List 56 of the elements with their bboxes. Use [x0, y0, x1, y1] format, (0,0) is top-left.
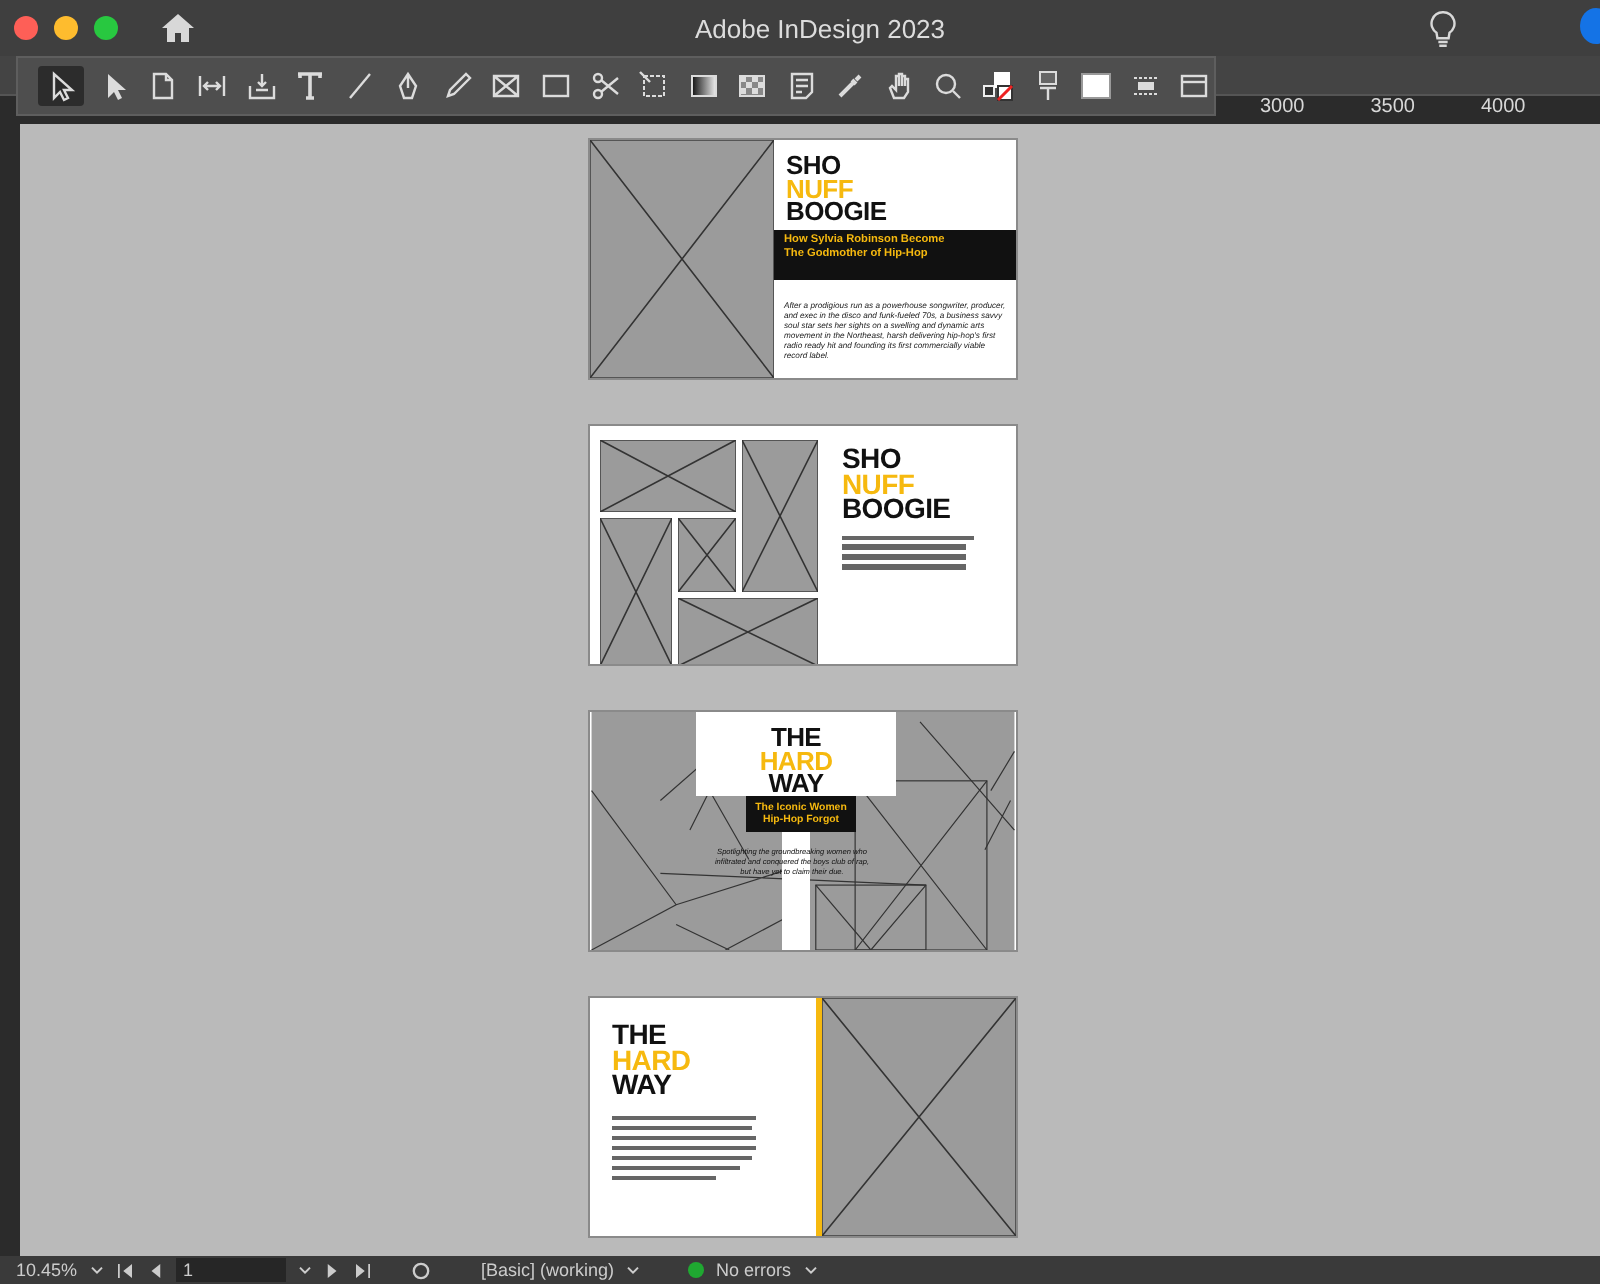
headline-word: NUFF: [786, 177, 853, 200]
headline-word: SHO: [786, 154, 843, 177]
gradient-icon[interactable]: [687, 70, 720, 102]
note-icon[interactable]: [785, 70, 818, 102]
fill-icon[interactable]: [1080, 70, 1113, 102]
type-tool-icon[interactable]: [294, 70, 327, 102]
headline-word: SHO: [842, 446, 903, 471]
last-page-icon[interactable]: [353, 1263, 372, 1277]
page-number: 1: [183, 1259, 194, 1281]
transform-icon[interactable]: [638, 70, 671, 102]
dropdown-caret-icon[interactable]: [626, 1265, 641, 1275]
headline-word: WAY: [768, 772, 824, 795]
image-placeholder: [678, 598, 818, 664]
ruler-label: 3000: [1260, 96, 1305, 118]
dropdown-caret-icon[interactable]: [803, 1265, 818, 1275]
search-icon[interactable]: [932, 70, 965, 102]
dropdown-caret-icon[interactable]: [297, 1265, 312, 1275]
scissors-icon[interactable]: [589, 70, 622, 102]
line-icon[interactable]: [343, 70, 376, 102]
screen-mode-icon[interactable]: [1178, 70, 1211, 102]
headline-word: BOOGIE: [842, 496, 953, 521]
home-icon[interactable]: [162, 14, 194, 42]
pencil-icon[interactable]: [441, 70, 474, 102]
eyedropper-icon[interactable]: [834, 70, 867, 102]
gap-icon[interactable]: [196, 70, 229, 102]
rectangle-icon[interactable]: [539, 70, 572, 102]
frame-icon[interactable]: [490, 70, 523, 102]
zoom-level[interactable]: 10.45%: [16, 1259, 78, 1281]
preflight-status[interactable]: No errors: [716, 1259, 792, 1281]
first-page-icon[interactable]: [115, 1263, 134, 1277]
image-placeholder: [678, 518, 736, 592]
headline-word: HARD: [612, 1047, 693, 1072]
text-lines-drawing: [842, 535, 974, 571]
document-icon[interactable]: [411, 1261, 430, 1279]
image-placeholder: [600, 440, 736, 512]
ruler-label: 3500: [1370, 96, 1415, 118]
headline-word: BOOGIE: [786, 200, 889, 223]
zoom-button[interactable]: [94, 16, 118, 40]
minimize-button[interactable]: [54, 16, 78, 40]
headline-word: HARD: [757, 749, 835, 772]
lightbulb-icon[interactable]: [1430, 9, 1456, 47]
checker-icon[interactable]: [736, 70, 769, 102]
window-title: Adobe InDesign 2023: [692, 14, 948, 44]
headline-word: THE: [768, 726, 824, 749]
close-button[interactable]: [14, 16, 38, 40]
ruler-label: 4000: [1481, 96, 1526, 118]
profile-label[interactable]: [Basic] (working): [481, 1259, 615, 1281]
headline-word: NUFF: [842, 471, 915, 496]
headline-word: WAY: [612, 1072, 672, 1097]
tool-button[interactable]: [38, 66, 84, 106]
collector-icon[interactable]: [245, 70, 278, 102]
dropdown-caret-icon[interactable]: [89, 1265, 104, 1275]
page-field[interactable]: 1: [175, 1258, 286, 1282]
fill-stroke-icon[interactable]: [982, 70, 1015, 102]
headline-word: THE: [612, 1022, 669, 1047]
next-page-icon[interactable]: [323, 1263, 342, 1277]
